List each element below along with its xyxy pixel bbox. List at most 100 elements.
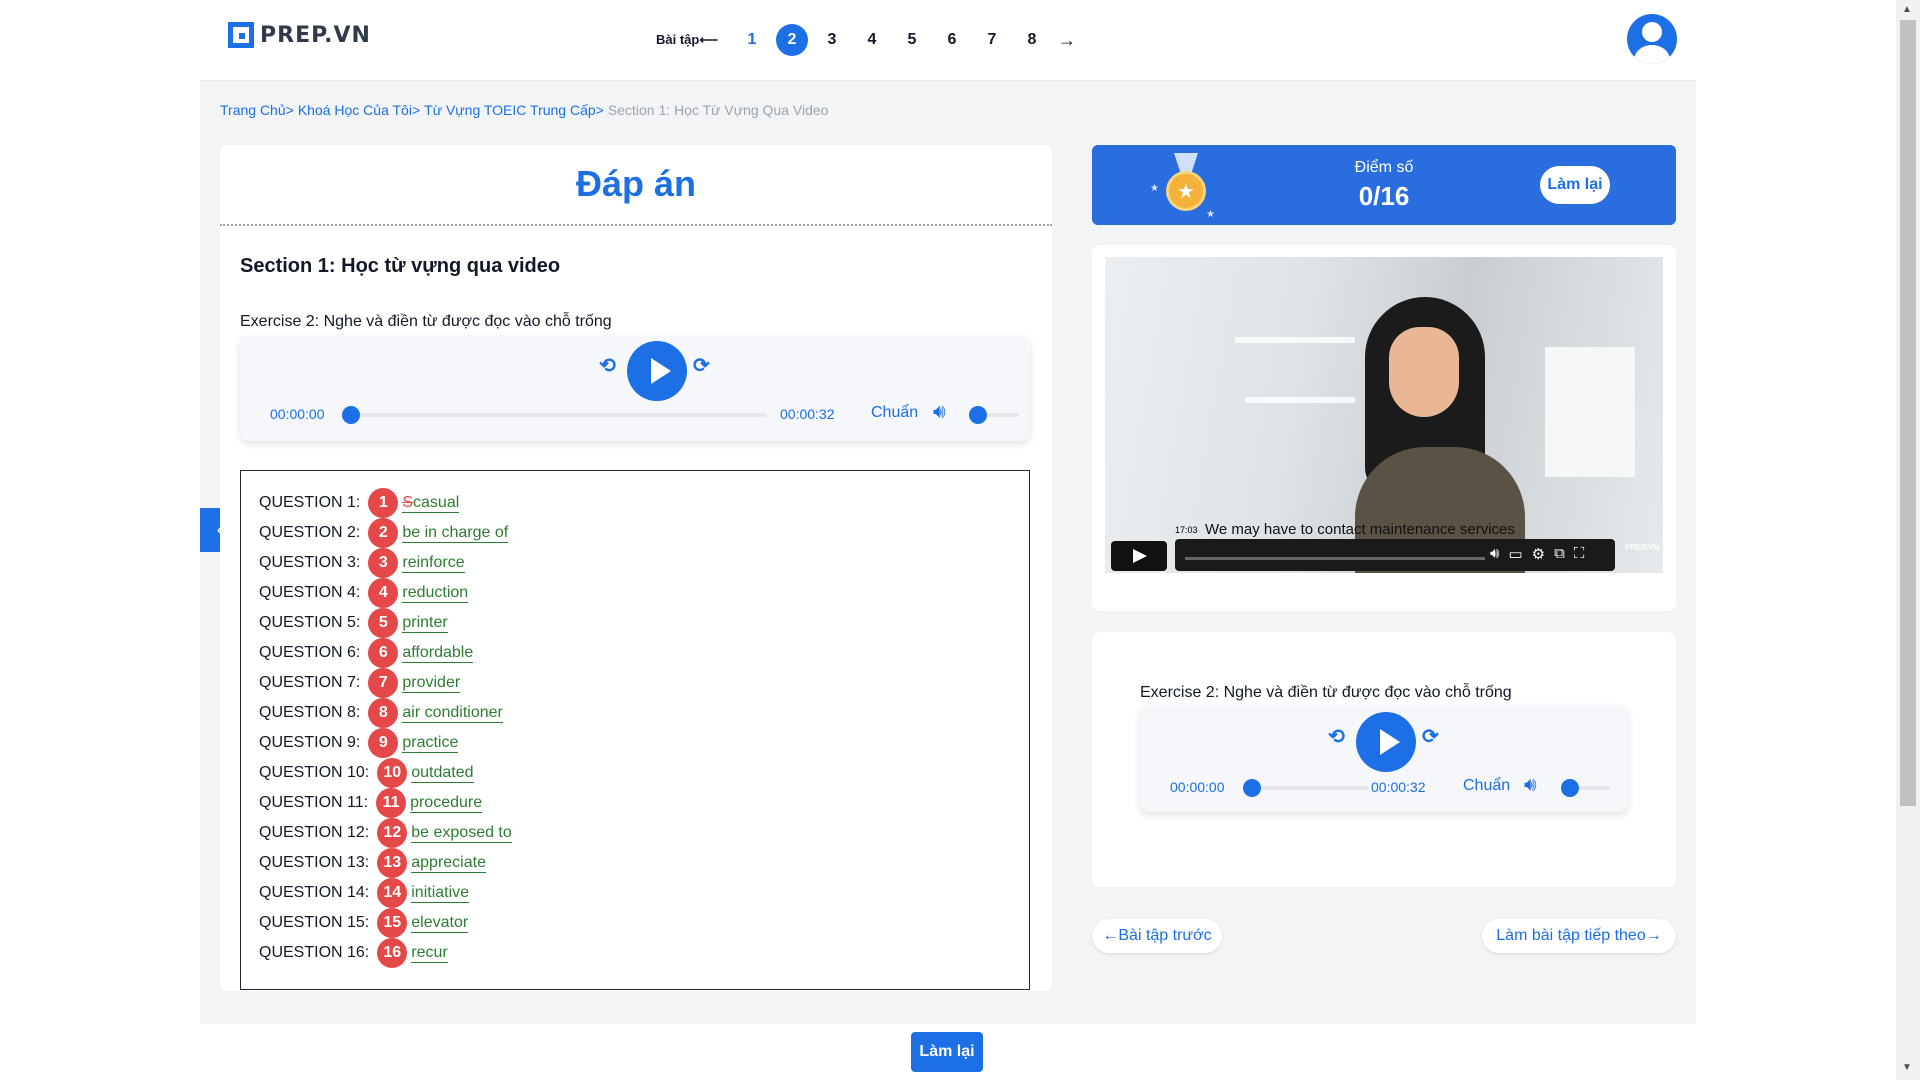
correct-answer: air conditioner (402, 703, 503, 721)
question-label: QUESTION 13: (259, 854, 370, 871)
play-button[interactable] (627, 341, 687, 401)
correct-answer: initiative (411, 883, 470, 901)
answer-title: Đáp án (575, 163, 697, 204)
question-row: QUESTION 9: 9 practice (259, 728, 459, 758)
current-time: 00:00:00 (1170, 779, 1225, 795)
volume-knob[interactable] (1561, 779, 1579, 797)
miniplayer-icon[interactable]: ⧉ (1554, 545, 1565, 563)
video-progress-bar[interactable] (1185, 557, 1485, 560)
logo-text: PREP.VN (260, 22, 371, 48)
retry-button[interactable]: Làm lại (1540, 166, 1610, 204)
exercise-pager: Bài tập⟵ 1 2 3 4 5 6 7 8 → (656, 24, 1076, 56)
section-title: Section 1: Học từ vựng qua video (240, 255, 561, 277)
exercise-label: Exercise 2: Nghe và điền từ được đọc vào… (1140, 684, 1512, 701)
correct-answer: be in charge of (402, 523, 509, 541)
current-time: 00:00:00 (270, 406, 325, 422)
seek-knob[interactable] (1243, 779, 1261, 797)
pager-page-6[interactable]: 6 (936, 24, 968, 56)
question-row: QUESTION 11: 11 procedure (259, 788, 483, 818)
rewind-5-icon[interactable]: ⟲ (1328, 724, 1345, 749)
question-number-badge: 7 (368, 668, 399, 698)
audio-player-right: ⟲ ⟳ 00:00:00 00:00:32 Chuẩn 🔊︎ (1140, 706, 1628, 812)
bottom-retry-button[interactable]: Làm lại (911, 1032, 983, 1072)
question-number-badge: 1 (368, 488, 399, 518)
volume-icon[interactable]: 🔊︎ (933, 401, 946, 424)
speed-selector[interactable]: Chuẩn (871, 404, 918, 422)
breadcrumb-my-courses[interactable]: Khoá Học Của Tôi> (298, 102, 420, 118)
exercise-label: Exercise 2: Nghe và điền từ được đọc vào… (240, 313, 612, 330)
seek-track[interactable] (1248, 786, 1368, 790)
pager-next-arrow-icon[interactable]: → (1058, 30, 1076, 51)
rewind-5-icon[interactable]: ⟲ (599, 353, 616, 378)
audio-player: ⟲ ⟳ 00:00:00 00:00:32 Chuẩn 🔊︎ (240, 335, 1030, 441)
video-controls: 17:03 We may have to contact maintenance… (1105, 521, 1663, 573)
pager-page-8[interactable]: 8 (1016, 24, 1048, 56)
page-scrollbar[interactable]: ▲ ▼ (1896, 0, 1920, 1080)
seek-knob[interactable] (342, 406, 360, 424)
answers-box: QUESTION 1: 1 Scasual QUESTION 2: 2 be in cha… (240, 470, 1030, 990)
pager-page-4[interactable]: 4 (856, 24, 888, 56)
scroll-up-icon[interactable]: ▲ (1902, 4, 1912, 15)
wrong-input-text: S (402, 493, 414, 511)
answer-text: elevator (411, 914, 469, 933)
speed-selector[interactable]: Chuẩn (1463, 777, 1510, 795)
question-number-badge: 5 (368, 608, 399, 638)
video-play-button[interactable] (1111, 541, 1167, 571)
answer-text: Scasual (402, 493, 460, 513)
pager-page-5[interactable]: 5 (896, 24, 928, 56)
question-number-badge: 6 (368, 638, 399, 668)
settings-gear-icon[interactable]: ⚙ (1532, 545, 1545, 563)
forward-5-icon[interactable]: ⟳ (1422, 724, 1439, 749)
captions-icon[interactable]: ▭ (1508, 545, 1522, 563)
question-row: QUESTION 15: 15 elevator (259, 908, 469, 938)
play-button[interactable] (1356, 712, 1416, 772)
question-label: QUESTION 6: (259, 644, 361, 661)
correct-answer: affordable (402, 643, 474, 661)
logo[interactable]: PREP.VN (228, 22, 371, 48)
duration: 00:00:32 (780, 406, 835, 422)
pager-page-1[interactable]: 1 (736, 24, 768, 56)
answer-text: reduction (402, 584, 469, 603)
next-exercise-button[interactable]: Làm bài tập tiếp theo→ (1482, 919, 1676, 953)
answer-text: air conditioner (402, 704, 503, 723)
question-row: QUESTION 6: 6 affordable (259, 638, 474, 668)
question-label: QUESTION 3: (259, 554, 361, 571)
breadcrumb-home[interactable]: Trang Chủ> (220, 102, 294, 118)
pager-page-2[interactable]: 2 (775, 24, 808, 56)
question-number-badge: 16 (377, 938, 408, 968)
presenter-face (1389, 327, 1459, 417)
fullscreen-icon[interactable]: ⛶ (1574, 545, 1585, 563)
background-shelf (1245, 397, 1355, 403)
scroll-down-icon[interactable]: ▼ (1902, 1062, 1912, 1073)
volume-icon[interactable]: 🔊︎ (1524, 774, 1537, 797)
correct-answer: procedure (410, 793, 483, 811)
question-row: QUESTION 4: 4 reduction (259, 578, 469, 608)
answer-text: practice (402, 733, 459, 753)
answer-text: outdated (411, 764, 474, 783)
pager-page-3[interactable]: 3 (816, 24, 848, 56)
question-number-badge: 14 (377, 878, 408, 908)
question-row: QUESTION 10: 10 outdated (259, 758, 474, 788)
question-row: QUESTION 13: 13 appreciate (259, 848, 486, 878)
previous-exercise-button[interactable]: ←Bài tập trước (1092, 919, 1222, 953)
correct-answer: practice (402, 733, 459, 751)
question-label: QUESTION 11: (259, 794, 369, 811)
question-row: QUESTION 3: 3 reinforce (259, 548, 465, 578)
correct-answer: recur (411, 943, 448, 961)
user-avatar[interactable] (1627, 14, 1677, 64)
question-number-badge: 15 (377, 908, 408, 938)
volume-icon[interactable]: 🔊︎ (1490, 545, 1499, 563)
video-player[interactable]: 17:03 We may have to contact maintenance… (1105, 257, 1663, 573)
forward-5-icon[interactable]: ⟳ (693, 353, 710, 378)
question-row: QUESTION 14: 14 initiative (259, 878, 470, 908)
breadcrumb-course[interactable]: Từ Vựng TOEIC Trung Cấp> (424, 102, 604, 118)
question-row: QUESTION 8: 8 air conditioner (259, 698, 503, 728)
correct-answer: be exposed to (411, 823, 512, 841)
question-number-badge: 8 (368, 698, 399, 728)
volume-knob[interactable] (969, 406, 987, 424)
seek-track[interactable] (347, 413, 767, 417)
scrollbar-thumb[interactable] (1900, 20, 1916, 806)
score-card: ★ ★ ★ Điểm số 0/16 Làm lại (1092, 145, 1676, 225)
pager-page-7[interactable]: 7 (976, 24, 1008, 56)
question-number-badge: 13 (377, 848, 408, 878)
